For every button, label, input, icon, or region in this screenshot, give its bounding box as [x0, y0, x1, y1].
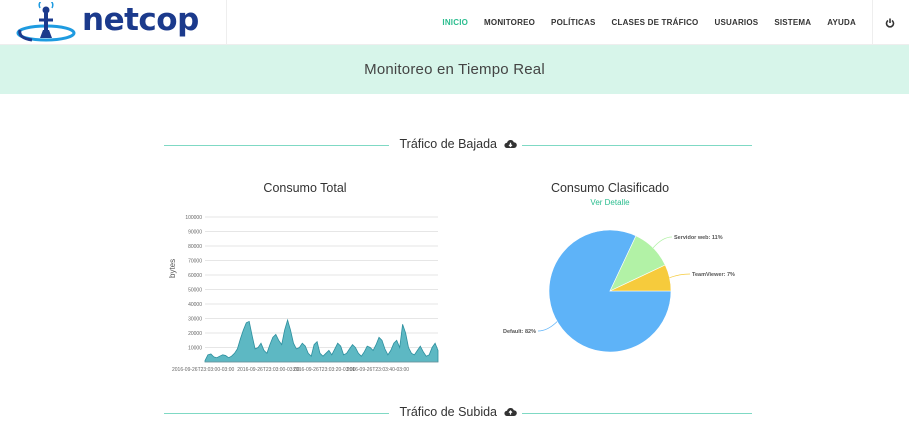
cloud-upload-icon: [503, 408, 517, 416]
y-tick-label: 30000: [188, 317, 202, 323]
section-upload-header: Tráfico de Subida: [164, 405, 752, 421]
page-header-banner: Monitoreo en Tiempo Real: [0, 45, 909, 94]
x-tick-label: 2016-09-26T23:03:40-03:00: [347, 367, 409, 373]
nav-item-inicio[interactable]: INICIO: [442, 18, 468, 27]
classified-consumption-pie: Servidor web: 11% TeamViewer: 7% Default: …: [503, 229, 735, 353]
nav-divider: [872, 0, 873, 45]
y-tick-label: 10000: [188, 346, 202, 352]
x-tick-label: 2016-09-26T23:03:00-03:00: [237, 367, 299, 373]
nav-item-politicas[interactable]: POLÍTICAS: [551, 18, 595, 27]
logo-divider: [226, 0, 227, 45]
section-rule-right: [522, 145, 752, 146]
section-upload-title: Tráfico de Subida: [164, 405, 752, 419]
x-tick-label: 2016-09-26T23:03:00-03:00: [172, 367, 234, 373]
nav-item-ayuda[interactable]: AYUDA: [827, 18, 856, 27]
power-icon[interactable]: [885, 18, 895, 28]
antenna-logo-icon: [16, 0, 76, 42]
section-upload-label: Tráfico de Subida: [399, 405, 498, 419]
nav-item-sistema[interactable]: SISTEMA: [774, 18, 811, 27]
top-navbar: netcop INICIO MONITOREO POLÍTICAS CLASES…: [0, 0, 909, 45]
y-tick-label: 80000: [188, 244, 202, 250]
page-title: Monitoreo en Tiempo Real: [364, 61, 545, 78]
pie-leader-line: [537, 321, 558, 332]
y-tick-label: 100000: [185, 215, 202, 221]
pie-label: TeamViewer: 7%: [692, 272, 735, 278]
y-tick-label: 60000: [188, 273, 202, 279]
y-tick-label: 90000: [188, 230, 202, 236]
nav-item-usuarios[interactable]: USUARIOS: [714, 18, 758, 27]
y-tick-label: 20000: [188, 331, 202, 337]
y-tick-label: 40000: [188, 302, 202, 308]
y-tick-label: 50000: [188, 288, 202, 294]
nav-item-monitoreo[interactable]: MONITOREO: [484, 18, 535, 27]
section-download-title: Tráfico de Bajada: [164, 137, 752, 151]
ver-detalle-link[interactable]: Ver Detalle: [560, 198, 660, 207]
area-series-fill: [204, 318, 439, 363]
section-rule-right: [522, 413, 752, 414]
total-consumption-chart: 10000 20000 30000 40000 50000 60000 70000 80000…: [172, 215, 439, 373]
netcop-logo[interactable]: netcop: [14, 0, 214, 42]
pie-label: Default: 82%: [503, 329, 536, 335]
pie-label: Servidor web: 11%: [674, 235, 723, 241]
brand-name: netcop: [82, 2, 199, 38]
section-download-header: Tráfico de Bajada: [164, 137, 752, 153]
pie-leader-line: [669, 273, 691, 279]
section-download-label: Tráfico de Bajada: [399, 137, 498, 151]
y-tick-label: 70000: [188, 259, 202, 265]
classified-chart-title: Consumo Clasificado: [550, 181, 670, 195]
main-nav: INICIO MONITOREO POLÍTICAS CLASES DE TRÁ…: [442, 0, 909, 45]
cloud-download-icon: [503, 140, 517, 148]
total-chart-title: Consumo Total: [263, 181, 347, 195]
nav-item-clases-de-trafico[interactable]: CLASES DE TRÁFICO: [612, 18, 699, 27]
pie-leader-line: [652, 236, 673, 249]
